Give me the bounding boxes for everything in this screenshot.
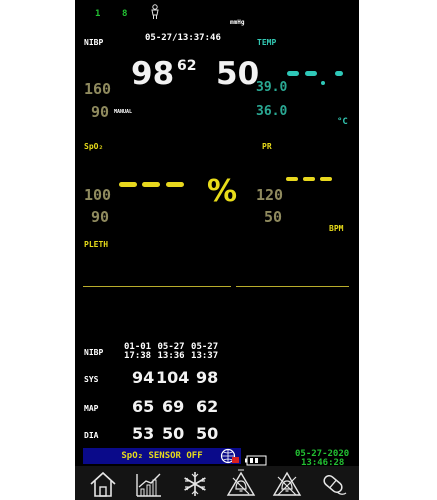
history-label: NIBP xyxy=(84,348,104,357)
battery-icon xyxy=(245,451,267,466)
spo2-label: SpO₂ xyxy=(84,142,104,151)
spo2-value-dash-1 xyxy=(119,182,137,187)
nibp-mode: MANUAL xyxy=(114,109,133,115)
history-cell: 98 xyxy=(196,368,219,387)
temp-value-dash-2 xyxy=(305,71,317,76)
spo2-unit: % xyxy=(207,174,238,209)
pr-value-dash-3 xyxy=(320,177,332,181)
nibp-unit: mmHg xyxy=(230,19,245,26)
nibp-high-limit: 160 xyxy=(84,80,112,98)
history-times: 17:38 13:36 13:37 xyxy=(124,351,219,361)
history-cell: 62 xyxy=(196,397,219,416)
temp-low-limit: 36.0 xyxy=(256,104,288,119)
history-row-label: DIA xyxy=(84,431,99,440)
pr-unit: BPM xyxy=(329,224,344,233)
history-cell: 50 xyxy=(196,424,219,443)
pleth-baseline-right xyxy=(236,286,349,287)
patient-icon xyxy=(150,4,160,20)
alarm-off-icon[interactable] xyxy=(271,468,303,500)
history-row-label: SYS xyxy=(84,375,99,384)
pr-value-dash-1 xyxy=(286,177,298,181)
temp-value-dash-3 xyxy=(335,71,343,76)
history-cell: 53 xyxy=(132,424,155,443)
pleth-baseline-left xyxy=(83,286,231,287)
monitor-screen: 1 8 mmHg NIBP 05-27/13:37:46 98 62 50 16… xyxy=(75,0,359,500)
nibp-low-limit: 90 xyxy=(91,103,110,121)
history-cell: 94 xyxy=(132,368,155,387)
nibp-label: NIBP xyxy=(84,38,104,47)
freeze-icon[interactable] xyxy=(179,468,211,500)
network-icon xyxy=(220,448,240,464)
spo2-high-limit: 100 xyxy=(84,186,112,204)
nibp-diastolic: 50 xyxy=(216,56,260,92)
patient-count: 8 xyxy=(122,9,128,19)
spo2-value-dash-2 xyxy=(142,182,160,187)
nibp-systolic: 98 xyxy=(131,56,175,92)
temp-unit: °C xyxy=(337,117,348,127)
history-cell: 104 xyxy=(156,368,190,387)
spo2-value-dash-3 xyxy=(166,182,184,187)
history-cell: 50 xyxy=(162,424,185,443)
temp-high-limit: 39.0 xyxy=(256,80,288,95)
temp-decimal-point xyxy=(321,81,325,85)
temp-label: TEMP xyxy=(257,38,277,47)
pr-high-limit: 120 xyxy=(256,186,284,204)
pleth-label: PLETH xyxy=(84,240,109,249)
history-cell: 65 xyxy=(132,397,155,416)
temp-value-dash-1 xyxy=(287,71,299,76)
alarm-message-bar: SpO₂ SENSOR OFF xyxy=(83,448,241,464)
trend-icon[interactable] xyxy=(133,468,165,500)
nibp-timestamp: 05-27/13:37:46 xyxy=(145,33,221,43)
pr-low-limit: 50 xyxy=(264,208,283,226)
pill-icon[interactable] xyxy=(317,468,349,500)
nibp-mean: 62 xyxy=(177,58,197,74)
history-row-label: MAP xyxy=(84,404,99,413)
home-icon[interactable] xyxy=(87,468,119,500)
history-cell: 69 xyxy=(162,397,185,416)
alarm-silence-icon[interactable] xyxy=(225,468,257,500)
pr-value-dash-2 xyxy=(303,177,315,181)
spo2-low-limit: 90 xyxy=(91,208,110,226)
pr-label: PR xyxy=(262,142,272,151)
bed-number: 1 xyxy=(95,9,101,19)
